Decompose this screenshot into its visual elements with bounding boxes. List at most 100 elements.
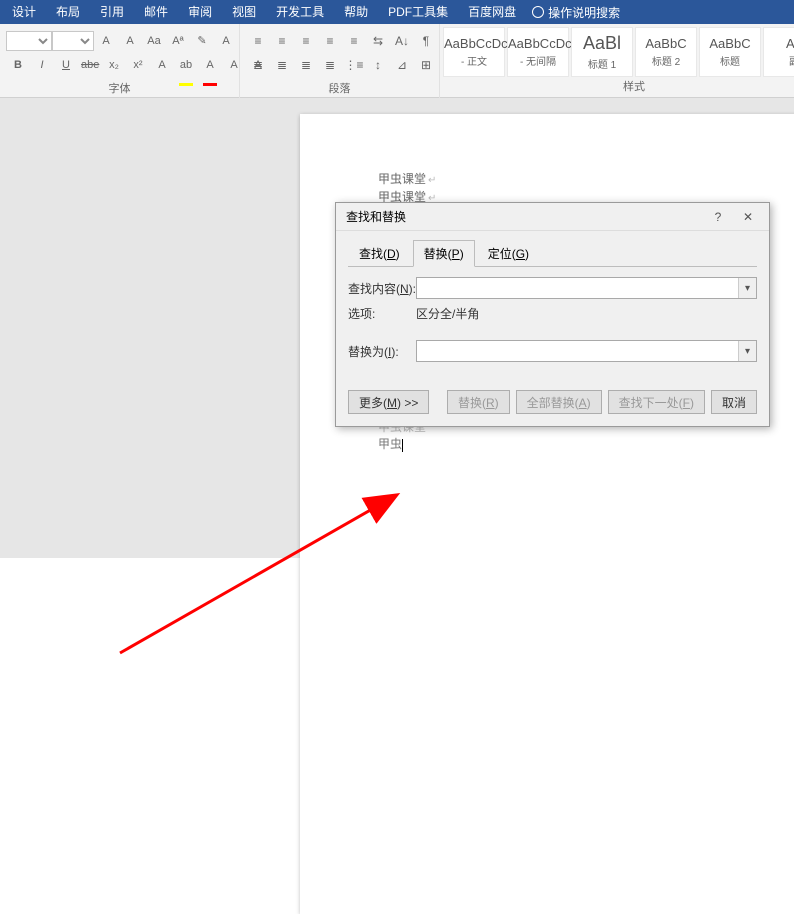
shrink-font-icon[interactable]: A [121,32,139,50]
dialog-tabs: 查找(D) 替换(P) 定位(G) [348,239,757,267]
options-label: 选项: [348,305,416,322]
tab-find[interactable]: 查找(D) [348,240,411,267]
replace-with-label: 替换为(I): [348,343,416,360]
strikethrough-button[interactable]: abe [81,56,99,74]
text-line-cursor: 甲虫 [378,436,426,453]
menu-help[interactable]: 帮助 [334,0,378,24]
style-preview: AaBbC [636,36,696,51]
dialog-titlebar[interactable]: 查找和替换 ? ✕ [336,203,769,231]
tab-replace[interactable]: 替换(P) [413,240,475,267]
distribute-button[interactable]: ⋮≡ [344,56,364,74]
dialog-title: 查找和替换 [346,208,406,225]
group-styles: AaBbCcDc - 正文 AaBbCcDc - 无间隔 AaBl 标题 1 AaBbC 标题… [440,24,794,98]
shading-button[interactable]: ⊿ [392,56,412,74]
align-center-button[interactable]: ≣ [272,56,292,74]
replace-button[interactable]: 替换(R) [447,390,510,414]
font-color-button[interactable]: A [201,56,219,74]
page-text-upper: 甲虫课堂 甲虫课堂 [378,170,436,206]
font-family-select[interactable] [6,31,52,51]
grow-font-icon[interactable]: A [97,32,115,50]
replace-with-combo[interactable]: ▾ [416,340,757,362]
subscript-button[interactable]: x₂ [105,56,123,74]
style-name: 标题 2 [636,53,696,68]
style-name: 标题 1 [572,56,632,71]
text-line: 甲虫课堂 [378,170,436,188]
style-item[interactable]: AaBbCcDc - 正文 [443,27,505,77]
font-size-select[interactable] [52,31,94,51]
multilevel-button[interactable]: ≡ [296,32,316,50]
style-name: 副 [764,53,794,68]
borders-button[interactable]: ⊞ [416,56,436,74]
find-replace-dialog: 查找和替换 ? ✕ 查找(D) 替换(P) 定位(G) 查找内容(N): ▾ 选… [335,202,770,427]
replace-all-button[interactable]: 全部替换(A) [516,390,602,414]
style-preview: AaBbCcDc [508,36,568,51]
ribbon: A A Aa Aª ✎ A B I U abe x₂ x² A ab [0,24,794,98]
menu-developer[interactable]: 开发工具 [266,0,334,24]
find-what-input[interactable] [417,278,738,298]
menu-layout[interactable]: 布局 [46,0,90,24]
menu-references[interactable]: 引用 [90,0,134,24]
find-what-label: 查找内容(N): [348,280,416,297]
tell-me-label: 操作说明搜索 [548,4,620,21]
tell-me-search[interactable]: 操作说明搜索 [526,4,626,21]
group-font-label: 字体 [0,82,239,98]
char-border-icon[interactable]: A [217,32,235,50]
style-preview: AaBbC [700,36,760,51]
close-button[interactable]: ✕ [733,206,763,228]
cancel-button[interactable]: 取消 [711,390,757,414]
menu-review[interactable]: 审阅 [178,0,222,24]
menu-design[interactable]: 设计 [2,0,46,24]
group-styles-label: 样式 [440,80,794,96]
change-case-icon[interactable]: Aa [145,32,163,50]
style-preview: AaBl [572,33,632,54]
numbering-button[interactable]: ≡ [272,32,292,50]
text-effects-button[interactable]: A [153,56,171,74]
italic-button[interactable]: I [33,56,51,74]
style-preview: Aa [764,36,794,51]
bulb-icon [532,6,544,18]
find-what-combo[interactable]: ▾ [416,277,757,299]
clear-format-icon[interactable]: ✎ [193,32,211,50]
find-next-button[interactable]: 查找下一处(F) [608,390,705,414]
style-item[interactable]: AaBbC 标题 [699,27,761,77]
replace-with-dropdown-icon[interactable]: ▾ [738,341,756,361]
style-item[interactable]: AaBl 标题 1 [571,27,633,77]
options-value: 区分全/半角 [416,305,479,322]
group-paragraph: ≡ ≡ ≡ ≡ ≡ ⇆ A↓ ¶ ≣ ≣ ≣ ≣ ⋮≡ ↕ ⊿ [240,24,440,98]
style-item[interactable]: AaBbC 标题 2 [635,27,697,77]
sort-button[interactable]: A↓ [392,32,412,50]
phonetic-guide-icon[interactable]: Aª [169,32,187,50]
superscript-button[interactable]: x² [129,56,147,74]
group-font: A A Aa Aª ✎ A B I U abe x₂ x² A ab [0,24,240,98]
menu-view[interactable]: 视图 [222,0,266,24]
menu-mailings[interactable]: 邮件 [134,0,178,24]
show-marks-button[interactable]: ¶ [416,32,436,50]
menu-pdf-tools[interactable]: PDF工具集 [378,0,458,24]
style-preview: AaBbCcDc [444,36,504,51]
justify-button[interactable]: ≣ [320,56,340,74]
tab-goto[interactable]: 定位(G) [477,240,540,267]
menu-bar: 设计 布局 引用 邮件 审阅 视图 开发工具 帮助 PDF工具集 百度网盘 操作… [0,0,794,24]
highlight-button[interactable]: ab [177,56,195,74]
bold-button[interactable]: B [9,56,27,74]
replace-with-input[interactable] [417,341,738,361]
style-name: - 无间隔 [508,53,568,68]
style-item[interactable]: AaBbCcDc - 无间隔 [507,27,569,77]
align-left-button[interactable]: ≣ [248,56,268,74]
line-spacing-button[interactable]: ↕ [368,56,388,74]
style-item[interactable]: Aa 副 [763,27,794,77]
text-direction-button[interactable]: ⇆ [368,32,388,50]
style-name: 标题 [700,53,760,68]
underline-button[interactable]: U [57,56,75,74]
menu-baidu-netdisk[interactable]: 百度网盘 [458,0,526,24]
increase-indent-button[interactable]: ≡ [344,32,364,50]
text-cursor [402,439,403,452]
more-button[interactable]: 更多(M) >> [348,390,429,414]
decrease-indent-button[interactable]: ≡ [320,32,340,50]
group-paragraph-label: 段落 [240,82,439,98]
align-right-button[interactable]: ≣ [296,56,316,74]
help-button[interactable]: ? [703,206,733,228]
style-name: - 正文 [444,53,504,68]
bullets-button[interactable]: ≡ [248,32,268,50]
find-what-dropdown-icon[interactable]: ▾ [738,278,756,298]
